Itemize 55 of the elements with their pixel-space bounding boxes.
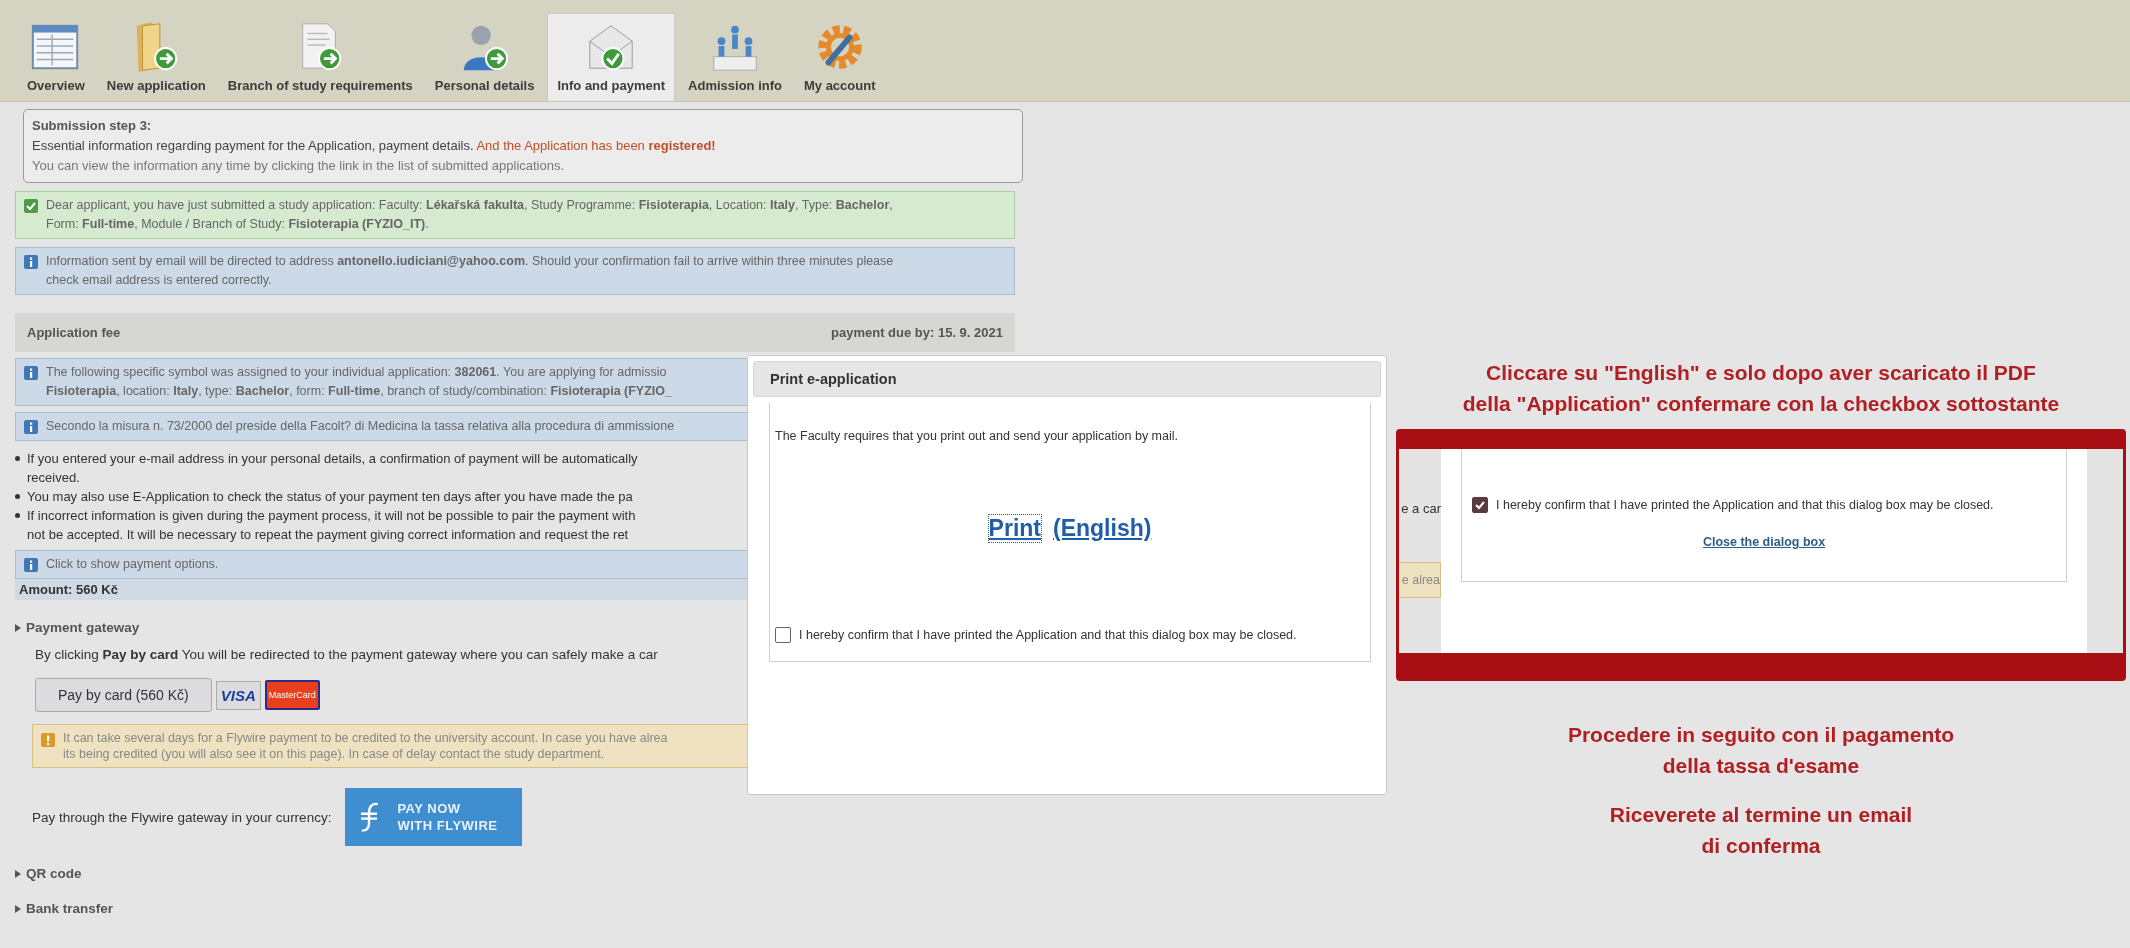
tab[interactable]: My account — [794, 14, 885, 101]
message-text: Click to show payment options. — [46, 556, 219, 573]
flywire-label: Pay through the Flywire gateway in your currency: — [32, 809, 332, 825]
info-icon — [24, 255, 38, 269]
warning-box-fragment: e alrea — [1399, 562, 1441, 598]
section-title: Application fee — [27, 325, 121, 340]
bullet-text: If incorrect information is given during the payment process, it will not be possible to pair the payment with not be accepted. It will be necessary to repeat the payment giving correct information and request the ret — [27, 507, 636, 544]
dialog-title: Print e-application — [753, 361, 1381, 397]
section-toggle[interactable]: QR code — [15, 866, 1015, 881]
confirm-label: I hereby confirm that I have printed the Application and that this dialog box may be closed. — [1496, 498, 1994, 512]
due-date: payment due by: 15. 9. 2021 — [831, 325, 1003, 340]
bullet-icon — [15, 513, 20, 518]
section-toggle[interactable]: Bank transfer — [15, 901, 1015, 916]
tab[interactable]: Branch of study requirements — [218, 14, 422, 101]
message-text: The following specific symbol was assigned to your individual application: 382061. You are applying for admissio Fisioterapia, location: Italy, type: Bachelor, form: Full-time, branch of study/combination: Fisioterapia (FYZIO_ — [46, 364, 672, 400]
bullet-icon — [15, 494, 20, 499]
visa-logo: VISA — [215, 680, 261, 710]
bullet-text: If you entered your e-mail address in your personal details, a confirmation of payment will be automatically received. — [27, 450, 638, 487]
mastercard-logo: MasterCard — [264, 680, 320, 710]
confirm-checkbox[interactable] — [1472, 497, 1488, 513]
tab[interactable]: Personal details — [425, 14, 544, 101]
tab[interactable]: New application — [97, 14, 215, 101]
bullet-icon — [15, 456, 20, 461]
gateway-intro: By clicking Pay by card You will be redirected to the payment gateway where you can safely make a car — [34, 647, 659, 662]
message-text: Dear applicant, you have just submitted a study application: Faculty: Lékařská fakulta, Study Programme: Fisioterapia, Location: Italy, Type: Bachelor, Form: Full-time, Module / Branch of Study: Fisioterapia (FYZIO_IT). — [46, 197, 893, 233]
english-link[interactable]: (English) — [1053, 515, 1152, 542]
confirm-label: I hereby confirm that I have printed the Application and that this dialog box may be closed. — [799, 628, 1297, 642]
message-text: Secondo la misura n. 73/2000 del preside della Facolt? di Medicina la tassa relativa alla procedura di ammissione — [46, 418, 675, 435]
step-hint: You can view the information any time by clicking the link in the list of submitted applications. — [32, 157, 566, 175]
info-icon — [24, 366, 38, 380]
triangle-icon — [15, 623, 21, 632]
tab[interactable]: Info and payment — [547, 13, 676, 101]
annotation-text: Cliccare su "English" e solo dopo aver scaricato il PDF della "Application" confermare con la checkbox sottostante — [1462, 360, 2060, 417]
step-title: Submission step 3: — [32, 117, 153, 135]
registered-notice: And the Application has been registered! — [476, 138, 716, 153]
warning-icon — [41, 733, 55, 747]
tab[interactable]: Admission info — [679, 14, 791, 101]
step-description: Essential information regarding payment for the Application, payment details. — [32, 138, 474, 153]
info-icon — [24, 558, 38, 572]
annotation-text: Riceverete al termine un email di conferma — [1609, 802, 1913, 859]
message-text: Information sent by email will be directed to address antonello.iudiciani@yahoo.com. Should your confirmation fail to arrive within three minutes please check email address is entered correctly. — [46, 253, 894, 289]
bullet-text: You may also use E-Application to check the status of your payment ten days after you have made the pa — [27, 488, 633, 506]
close-dialog-link[interactable]: Close the dialog box — [1702, 535, 1826, 549]
tab[interactable]: Overview — [18, 14, 94, 101]
triangle-icon — [15, 869, 21, 878]
info-icon — [24, 420, 38, 434]
pay-by-card-button[interactable]: Pay by card (560 Kč) — [35, 678, 212, 712]
confirm-checkbox[interactable] — [775, 627, 791, 643]
triangle-icon — [15, 904, 21, 913]
warning-text: It can take several days for a Flywire payment to be credited to the university account. In case you have alrea its being credited (you will also see it on this page). In case of delay contact the study department. — [63, 730, 668, 762]
annotation-text: Procedere in seguito con il pagamento della tassa d'esame — [1567, 722, 1955, 779]
dialog-text: The Faculty requires that you print out and send your application by mail. — [775, 429, 1179, 443]
page-text-fragment: e a car — [1400, 501, 1441, 516]
check-icon — [24, 199, 38, 213]
print-link[interactable]: Print — [988, 515, 1041, 542]
